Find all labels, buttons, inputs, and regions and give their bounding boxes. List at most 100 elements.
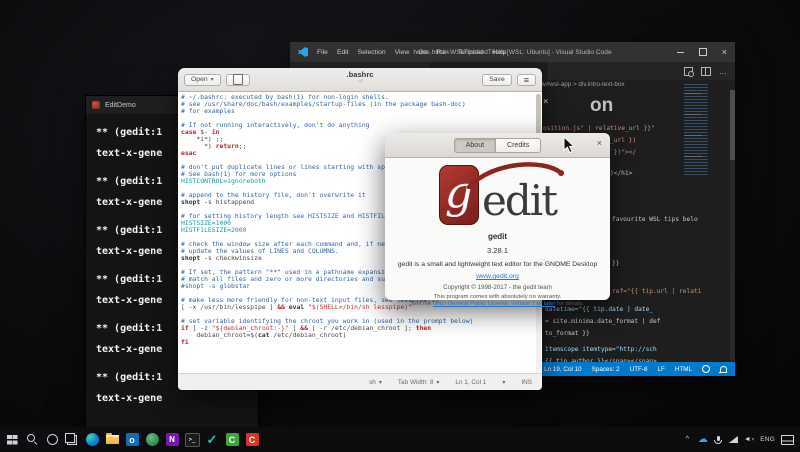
minimize-icon[interactable] xyxy=(677,52,684,53)
onenote-icon[interactable] xyxy=(162,427,182,452)
editdemo-window-icon xyxy=(92,101,100,109)
system-tray: ^☁ ◄ ENG xyxy=(683,427,798,452)
onedrive-icon[interactable]: ☁ xyxy=(698,427,708,452)
gedit-logo: g edit xyxy=(439,163,556,225)
new-document-button[interactable] xyxy=(226,74,250,86)
start-icon[interactable] xyxy=(2,427,22,452)
breadcrumb[interactable]: div#wsl-app > div.intro-text-box xyxy=(538,81,625,88)
license-suffix: for details. xyxy=(555,301,584,307)
about-dialog: About Credits × g edit gedit 3.28.1 gedi… xyxy=(385,133,610,300)
editor-actions: … xyxy=(684,67,727,76)
editor-scrollbar[interactable] xyxy=(730,90,735,362)
volume-icon[interactable]: ◄ xyxy=(744,427,754,452)
tab-width-label: Tab Width: 8 xyxy=(398,379,434,386)
status-item[interactable]: UTF-8 xyxy=(630,366,648,373)
website-link[interactable]: www.gedit.org xyxy=(476,273,519,280)
code-fragment: favourite WSL tips belo xyxy=(612,216,698,224)
mouse-cursor xyxy=(563,136,575,154)
notifications-bell-icon[interactable] xyxy=(720,366,727,372)
close-icon[interactable]: × xyxy=(722,48,727,57)
code-fragment: datetime="{{ tip.date | date_ xyxy=(545,306,653,314)
code-fragment: × xyxy=(543,98,548,106)
status-item[interactable]: Ln 19, Col 10 xyxy=(544,366,581,373)
microphone-icon[interactable] xyxy=(714,427,723,452)
desktop: EditDemo ** (gedit:1text-x-gene** (gedit… xyxy=(0,0,800,452)
code-line: # If not running interactively, don't do… xyxy=(181,122,542,129)
warranty-text: This program comes with absolutely no wa… xyxy=(434,294,562,300)
menu-selection[interactable]: Selection xyxy=(358,49,386,56)
code-fragment: ref="{{ tip.url | relati xyxy=(612,288,701,296)
language-indicator[interactable]: ENG xyxy=(760,427,775,452)
open-button-label: Open xyxy=(191,76,208,83)
minimap[interactable] xyxy=(684,84,717,176)
chevron-down-icon: ▾ xyxy=(379,379,382,386)
more-actions-icon[interactable]: … xyxy=(719,69,727,75)
code-line: # see /usr/share/doc/bash/examples/start… xyxy=(181,101,542,108)
chevron-up-icon[interactable]: ^ xyxy=(683,427,692,452)
chevron-down-icon[interactable]: ▾ xyxy=(502,379,505,386)
code-fragment: = site.minima.date_format | def xyxy=(545,318,660,326)
checkmark-app-icon[interactable]: ✓ xyxy=(202,427,222,452)
network-icon[interactable] xyxy=(729,427,738,452)
license-text: See the GNU General Public License, vers… xyxy=(411,301,584,307)
taskbar: ✓ ^☁ ◄ ENG xyxy=(0,427,800,452)
outlook-icon[interactable] xyxy=(122,427,142,452)
vscode-titlebar[interactable]: FileEditSelectionViewGoRunTerminalHelp h… xyxy=(290,42,735,62)
code-fragment: itemscope itemtype="http://sch xyxy=(545,346,657,354)
code-line: # for examples xyxy=(181,108,542,115)
status-item[interactable]: LF xyxy=(657,366,664,373)
code-line: debian_chroot=$(cat /etc/debian_chroot) xyxy=(181,332,542,339)
terminal-line: text-x-gene xyxy=(96,388,258,409)
status-item[interactable]: Spaces: 2 xyxy=(592,366,620,373)
scrollbar-thumb[interactable] xyxy=(730,90,735,160)
chevron-down-icon: ▾ xyxy=(211,76,214,83)
language-selector[interactable]: sh ▾ xyxy=(369,379,382,386)
tab-about[interactable]: About xyxy=(454,138,496,153)
license-link[interactable]: GNU General Public License, version 2 or… xyxy=(433,301,555,307)
open-preview-icon[interactable] xyxy=(684,67,693,76)
about-dialog-header[interactable]: About Credits × xyxy=(385,133,610,158)
language-label: sh xyxy=(369,379,376,386)
open-button[interactable]: Open ▾ xyxy=(184,74,221,86)
edge-icon[interactable] xyxy=(82,427,102,452)
chevron-down-icon: ▾ xyxy=(436,379,439,386)
cortana-icon[interactable] xyxy=(42,427,62,452)
menu-terminal[interactable]: Terminal xyxy=(458,49,484,56)
menu-go[interactable]: Go xyxy=(418,49,427,56)
editdemo-title: EditDemo xyxy=(105,102,136,109)
split-editor-icon[interactable] xyxy=(701,67,711,76)
menu-button[interactable]: ≡ xyxy=(517,74,536,86)
file-explorer-icon[interactable] xyxy=(102,427,122,452)
insert-mode: INS xyxy=(521,379,532,386)
gedit-statusbar: sh ▾ Tab Width: 8 ▾ Ln 1, Col 1 ▾ INS xyxy=(178,373,542,390)
taskbar-apps: ✓ xyxy=(2,427,262,452)
about-dialog-body: g edit gedit 3.28.1 gedit is a small and… xyxy=(385,158,610,307)
close-icon[interactable]: × xyxy=(597,139,602,148)
license-prefix: See the xyxy=(411,301,433,307)
menu-run[interactable]: Run xyxy=(436,49,448,56)
task-view-icon[interactable] xyxy=(62,427,82,452)
maximize-icon[interactable] xyxy=(699,48,707,56)
menu-edit[interactable]: Edit xyxy=(337,49,349,56)
menu-help[interactable]: Help xyxy=(492,49,506,56)
gedit-headerbar[interactable]: Open ▾ .bashrc ~/ Save ≡ xyxy=(178,68,542,92)
search-icon[interactable] xyxy=(22,427,42,452)
vscode-menubar: File Edit Selection View Go Run Terminal Help xyxy=(317,49,506,56)
app-name: gedit xyxy=(488,232,507,241)
terminal-icon[interactable] xyxy=(182,427,202,452)
app-description: gedit is a small and lightweight text ed… xyxy=(398,261,597,268)
feedback-icon[interactable] xyxy=(702,365,710,373)
save-button[interactable]: Save xyxy=(482,74,512,86)
app-c-red-icon[interactable] xyxy=(242,427,262,452)
status-item[interactable]: HTML xyxy=(675,366,692,373)
tab-width-selector[interactable]: Tab Width: 8 ▾ xyxy=(398,379,440,386)
tab-credits[interactable]: Credits xyxy=(495,138,541,153)
save-button-label: Save xyxy=(489,76,505,83)
touch-keyboard-icon[interactable] xyxy=(781,427,794,452)
app-c-green-icon[interactable] xyxy=(222,427,242,452)
app-version: 3.28.1 xyxy=(487,246,508,255)
green-app-icon[interactable] xyxy=(142,427,162,452)
menu-view[interactable]: View xyxy=(395,49,410,56)
menu-file[interactable]: File xyxy=(317,49,328,56)
code-fragment: to_format }} xyxy=(545,330,590,338)
